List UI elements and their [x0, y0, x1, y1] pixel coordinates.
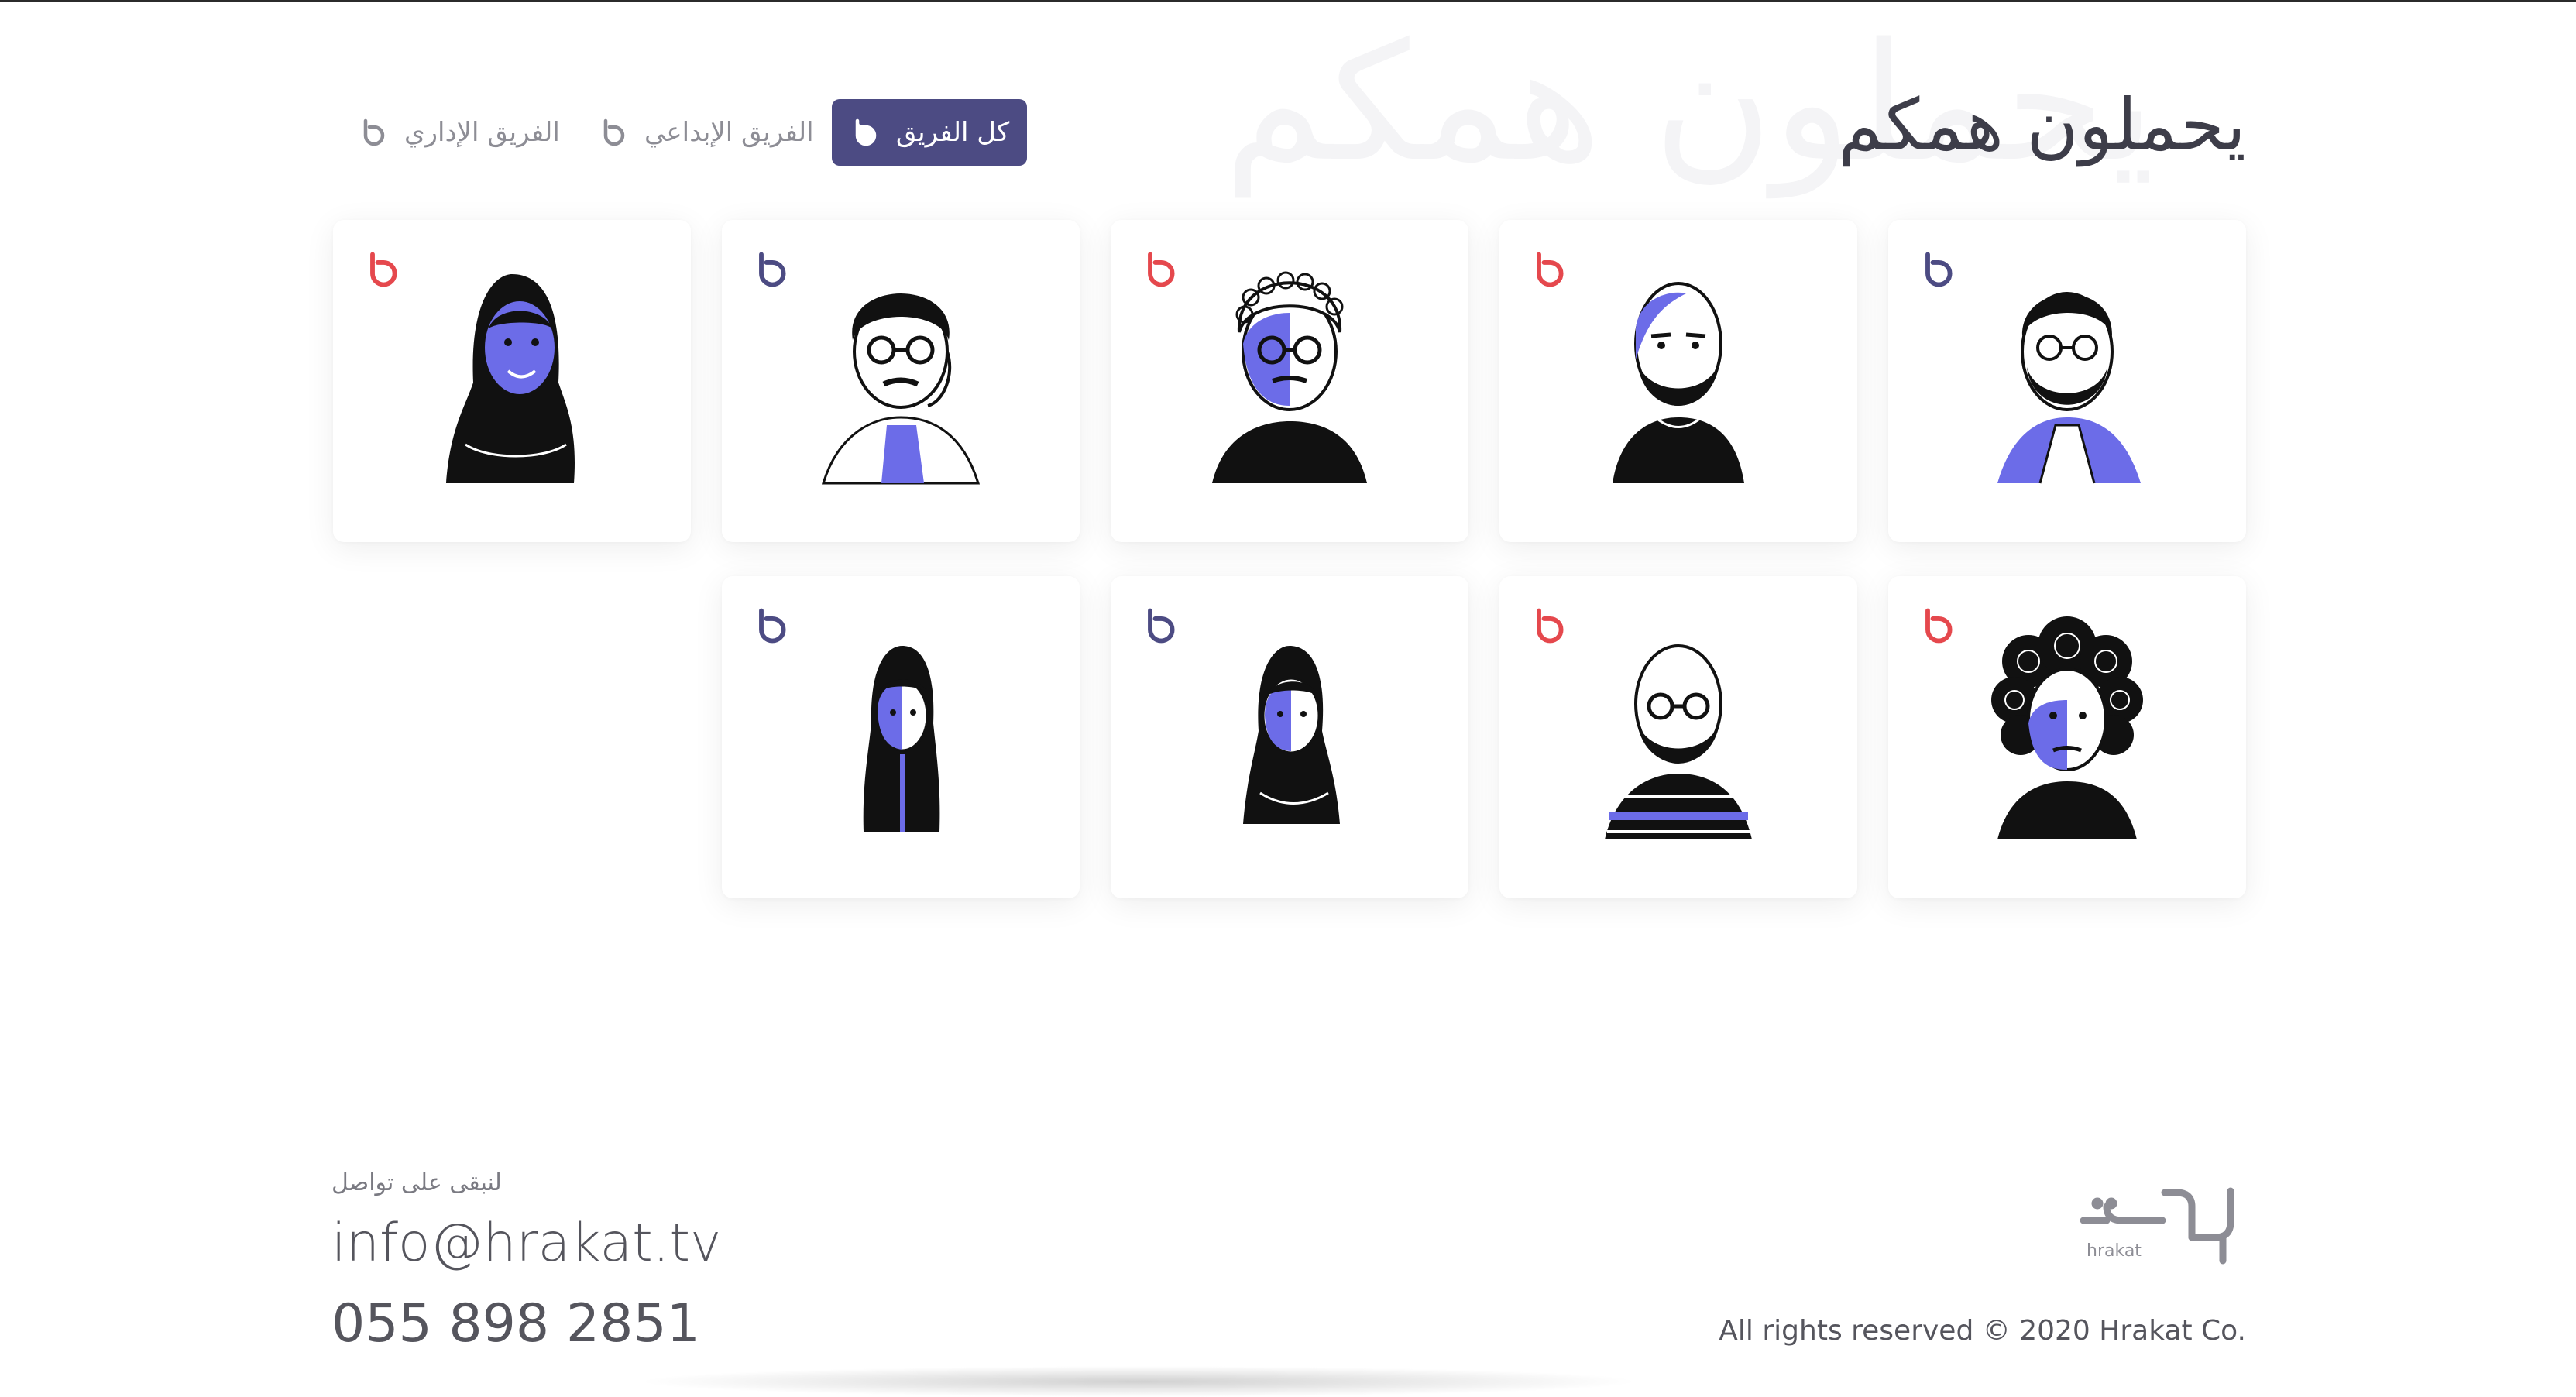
- filter-label: الفريق الإبداعي: [644, 117, 814, 148]
- team-card[interactable]: [1499, 220, 1857, 542]
- woman-hijab-smiling-icon: [446, 274, 575, 483]
- hrakat-mark-icon: [850, 117, 881, 148]
- contact-phone-link[interactable]: 055 898 2851: [331, 1293, 700, 1354]
- top-border: [0, 0, 2576, 2]
- filter-creative-team[interactable]: الفريق الإبداعي: [598, 99, 814, 166]
- hrakat-mark-icon: [358, 117, 389, 148]
- hrakat-mark-icon: [362, 249, 403, 290]
- bald-man-glasses-striped-shirt-icon: [1605, 644, 1752, 839]
- page-title: يحملون همكم: [1838, 84, 2246, 166]
- hrakat-mark-icon: [1918, 249, 1958, 290]
- hrakat-mark-icon: [1140, 249, 1180, 290]
- team-card[interactable]: [1111, 220, 1468, 542]
- hrakat-mark-icon: [598, 117, 629, 148]
- hrakat-mark-icon: [751, 606, 792, 646]
- team-card[interactable]: [1888, 220, 2246, 542]
- hrakat-mark-icon: [1918, 606, 1958, 646]
- filter-all-team[interactable]: كل الفريق: [832, 99, 1027, 166]
- woman-long-hair-veil-icon: [863, 646, 940, 832]
- team-card[interactable]: [1499, 576, 1857, 898]
- filter-label: الفريق الإداري: [404, 117, 560, 148]
- woman-hijab-icon: [1243, 646, 1340, 824]
- hrakat-mark-icon: [1529, 606, 1569, 646]
- team-card[interactable]: [722, 220, 1080, 542]
- contact-label: لنبقى على تواصل: [331, 1169, 502, 1196]
- team-card[interactable]: [722, 576, 1080, 898]
- logo-subtext: hrakat: [2087, 1241, 2142, 1261]
- bald-man-beard-tshirt-icon: [1613, 282, 1744, 483]
- hrakat-mark-icon: [751, 249, 792, 290]
- man-curly-afro-hair-icon: [1991, 616, 2143, 839]
- man-glasses-beard-thobe-icon: [1997, 292, 2141, 484]
- team-card[interactable]: [333, 220, 691, 542]
- hrakat-mark-icon: [1529, 249, 1569, 290]
- team-card[interactable]: [1111, 576, 1468, 898]
- copyright-text: All rights reserved © 2020 Hrakat Co.: [1719, 1315, 2246, 1347]
- filter-admin-team[interactable]: الفريق الإداري: [358, 99, 560, 166]
- bottom-shadow: [635, 1366, 1642, 1397]
- contact-email-link[interactable]: info@hrakat.tv: [331, 1213, 721, 1274]
- hrakat-mark-icon: [1140, 606, 1180, 646]
- filter-label: كل الفريق: [895, 117, 1010, 148]
- man-glasses-mustache-thobe-icon: [821, 293, 981, 485]
- man-curly-hair-glasses-icon: [1212, 271, 1367, 483]
- hrakat-logo[interactable]: hrakat: [2076, 1176, 2246, 1270]
- team-card[interactable]: [1888, 576, 2246, 898]
- hrakat-logo-icon: hrakat: [2080, 1187, 2234, 1265]
